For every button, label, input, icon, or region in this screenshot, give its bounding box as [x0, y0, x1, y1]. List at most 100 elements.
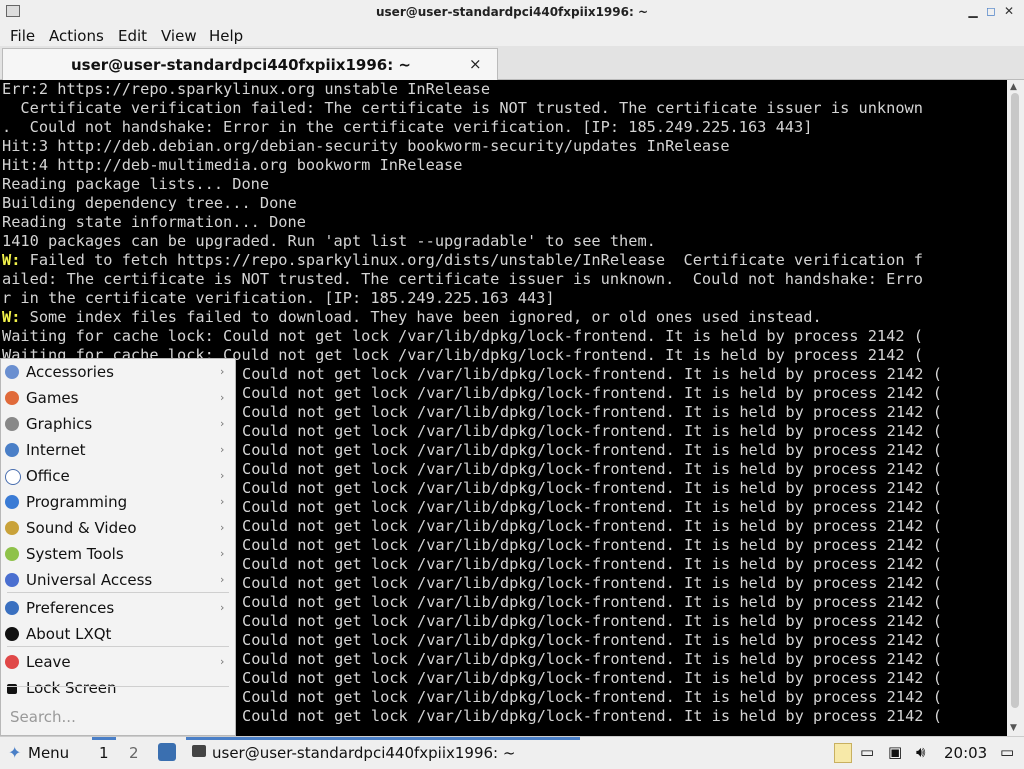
menu-item-label: About LXQt [26, 625, 112, 643]
terminal-line-text: Hit:4 http://deb-multimedia.org bookworm… [2, 156, 463, 174]
task-active-indicator [186, 737, 580, 740]
terminal-line: . Could not handshake: Error in the cert… [2, 118, 812, 137]
sound-video-icon [5, 521, 19, 535]
desktop-2-button[interactable]: 2 [129, 744, 139, 762]
terminal-tab[interactable]: user@user-standardpci440fxpiix1996: ~ × [2, 48, 498, 80]
accessories-icon [5, 365, 19, 379]
terminal-line: ailed: The certificate is NOT trusted. T… [2, 270, 923, 289]
menu-launcher-icon[interactable]: ✦ [8, 743, 21, 762]
menubar: File Actions Edit View Help [0, 24, 1024, 46]
menu-item-office[interactable]: Office › [1, 463, 235, 489]
scroll-down-icon[interactable]: ▼ [1010, 723, 1017, 733]
leave-icon [5, 655, 19, 669]
menu-separator [7, 592, 229, 593]
menu-item-internet[interactable]: Internet › [1, 437, 235, 463]
menu-item-label: System Tools [26, 545, 124, 563]
taskbar-terminal-task[interactable]: user@user-standardpci440fxpiix1996: ~ [212, 744, 515, 762]
show-desktop-icon[interactable]: ▭ [1000, 743, 1014, 761]
application-menu: Search... Accessories › Games › Graphics › Int… [0, 358, 236, 736]
terminal-lock-line: Could not get lock /var/lib/dpkg/lock-fr… [242, 688, 942, 706]
menu-item-leave[interactable]: Leave › [1, 649, 235, 675]
terminal-lock-line: Could not get lock /var/lib/dpkg/lock-fr… [242, 669, 942, 687]
menu-item-label: Internet [26, 441, 86, 459]
search-placeholder: Search... [10, 708, 76, 726]
terminal-line-text: Err:2 https://repo.sparkylinux.org unsta… [2, 80, 491, 98]
menu-item-universal-access[interactable]: Universal Access › [1, 567, 235, 593]
menu-item-graphics[interactable]: Graphics › [1, 411, 235, 437]
clock[interactable]: 20:03 [944, 744, 987, 762]
close-icon[interactable]: ✕ [1002, 4, 1016, 18]
games-icon [5, 391, 19, 405]
terminal-lock-line: Could not get lock /var/lib/dpkg/lock-fr… [242, 422, 942, 440]
clipboard-icon[interactable] [834, 743, 852, 763]
scroll-up-icon[interactable]: ▲ [1010, 82, 1017, 92]
terminal-line: Hit:4 http://deb-multimedia.org bookworm… [2, 156, 462, 175]
terminal-lock-line: Could not get lock /var/lib/dpkg/lock-fr… [242, 555, 942, 573]
menu-item-label: Accessories [26, 363, 114, 381]
warning-prefix: W: [2, 251, 21, 269]
terminal-scrollbar[interactable]: ▲ ▼ [1007, 80, 1024, 736]
terminal-lock-line: Could not get lock /var/lib/dpkg/lock-fr… [242, 707, 942, 725]
maximize-icon[interactable]: ◻ [984, 4, 998, 18]
terminal-line-text: Waiting for cache lock: Could not get lo… [2, 327, 923, 345]
minimize-icon[interactable]: ▁ [966, 4, 980, 18]
menu-item-label: Games [26, 389, 79, 407]
terminal-line: Certificate verification failed: The cer… [2, 99, 923, 118]
menu-edit[interactable]: Edit [118, 27, 147, 45]
menu-item-label: Preferences [26, 599, 115, 617]
menu-actions[interactable]: Actions [49, 27, 104, 45]
menu-item-preferences[interactable]: Preferences › [1, 595, 235, 621]
menu-item-accessories[interactable]: Accessories › [1, 359, 235, 385]
menu-item-lock-screen[interactable]: Lock Screen [1, 675, 235, 701]
terminal-line: Reading state information... Done [2, 213, 306, 232]
terminal-line: r in the certificate verification. [IP: … [2, 289, 555, 308]
programming-icon [5, 495, 19, 509]
internet-icon [5, 443, 19, 457]
tab-bar: user@user-standardpci440fxpiix1996: ~ × [0, 46, 1024, 80]
menu-item-sound-video[interactable]: Sound & Video › [1, 515, 235, 541]
terminal-line-text: Failed to fetch https://repo.sparkylinux… [20, 251, 923, 269]
desktop-1-button[interactable]: 1 [99, 744, 109, 762]
terminal-line-text: Building dependency tree... Done [2, 194, 297, 212]
terminal-line-text: Certificate verification failed: The cer… [2, 99, 923, 117]
terminal-line: 1410 packages can be upgraded. Run 'apt … [2, 232, 656, 251]
menu-view[interactable]: View [161, 27, 197, 45]
chevron-right-icon: › [220, 547, 225, 560]
active-desktop-indicator [92, 737, 116, 740]
terminal-lock-line: Could not get lock /var/lib/dpkg/lock-fr… [242, 650, 942, 668]
menu-item-about-lxqt[interactable]: About LXQt [1, 621, 235, 647]
terminal-line-text: Reading state information... Done [2, 213, 306, 231]
menu-button[interactable]: Menu [28, 744, 69, 762]
menu-separator [7, 686, 229, 687]
menu-separator [7, 646, 229, 647]
menu-help[interactable]: Help [209, 27, 243, 45]
chevron-right-icon: › [220, 391, 225, 404]
terminal-line-text: Reading package lists... Done [2, 175, 270, 193]
menu-item-games[interactable]: Games › [1, 385, 235, 411]
terminal-lock-line: Could not get lock /var/lib/dpkg/lock-fr… [242, 631, 942, 649]
terminal-task-icon [192, 745, 206, 757]
chevron-right-icon: › [220, 573, 225, 586]
scrollbar-thumb[interactable] [1011, 93, 1019, 708]
chevron-right-icon: › [220, 521, 225, 534]
app-launcher-icon[interactable] [158, 743, 176, 761]
menu-file[interactable]: File [10, 27, 35, 45]
terminal-lock-line: Could not get lock /var/lib/dpkg/lock-fr… [242, 384, 942, 402]
menu-item-system-tools[interactable]: System Tools › [1, 541, 235, 567]
tab-close-icon[interactable]: × [469, 55, 482, 73]
terminal-lock-line: Could not get lock /var/lib/dpkg/lock-fr… [242, 365, 942, 383]
menu-search-input[interactable]: Search... [3, 702, 233, 732]
system-tools-icon [5, 547, 19, 561]
graphics-icon [5, 417, 19, 431]
info-icon [5, 627, 19, 641]
chevron-right-icon: › [220, 655, 225, 668]
terminal-line-text: r in the certificate verification. [IP: … [2, 289, 555, 307]
menu-item-label: Universal Access [26, 571, 153, 589]
chevron-right-icon: › [220, 365, 225, 378]
menu-item-programming[interactable]: Programming › [1, 489, 235, 515]
terminal-line-text: Hit:3 http://deb.debian.org/debian-secur… [2, 137, 730, 155]
menu-item-label: Sound & Video [26, 519, 137, 537]
network-icon[interactable]: ▣ [888, 743, 902, 761]
volume-icon[interactable]: 🔊︎ [916, 743, 925, 761]
display-icon[interactable]: ▭ [860, 743, 874, 761]
